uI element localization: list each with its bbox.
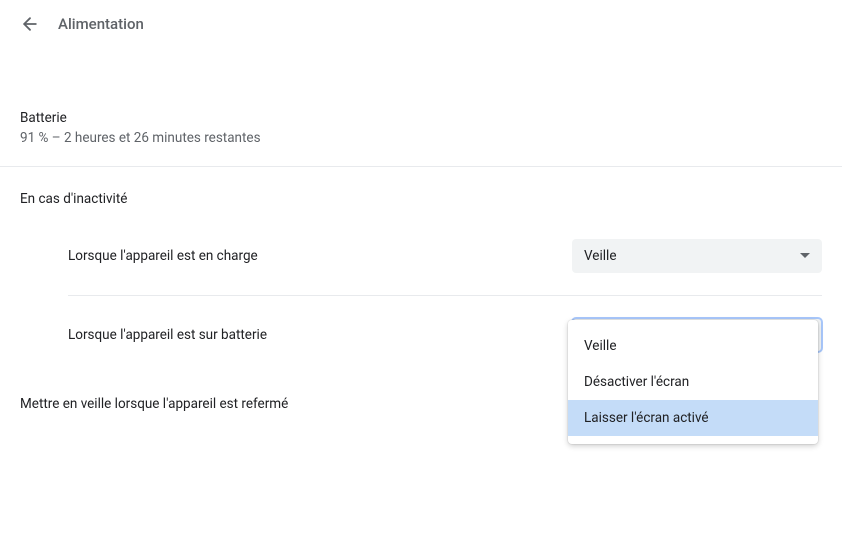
dropdown-item-keep-screen-on[interactable]: Laisser l'écran activé xyxy=(568,400,818,436)
charging-label: Lorsque l'appareil est en charge xyxy=(68,248,258,264)
charging-select-value: Veille xyxy=(584,248,616,264)
battery-mode-label: Lorsque l'appareil est sur batterie xyxy=(68,327,267,343)
battery-section: Batterie 91 % – 2 heures et 26 minutes r… xyxy=(20,110,822,166)
battery-select-dropdown: Veille Désactiver l'écran Laisser l'écra… xyxy=(568,320,818,444)
battery-status: 91 % – 2 heures et 26 minutes restantes xyxy=(20,130,822,146)
battery-title: Batterie xyxy=(20,110,822,126)
section-divider xyxy=(0,166,842,167)
settings-header: Alimentation xyxy=(0,0,842,48)
lid-close-label: Mettre en veille lorsque l'appareil est … xyxy=(20,396,288,412)
page-title: Alimentation xyxy=(58,15,144,33)
caret-down-icon xyxy=(800,253,810,259)
charging-row: Lorsque l'appareil est en charge Veille xyxy=(68,217,822,295)
back-button[interactable] xyxy=(20,14,40,34)
dropdown-item-sleep[interactable]: Veille xyxy=(568,328,818,364)
inactivity-section-title: En cas d'inactivité xyxy=(20,191,822,207)
charging-select[interactable]: Veille xyxy=(572,239,822,273)
arrow-left-icon xyxy=(20,14,40,34)
dropdown-item-disable-screen[interactable]: Désactiver l'écran xyxy=(568,364,818,400)
